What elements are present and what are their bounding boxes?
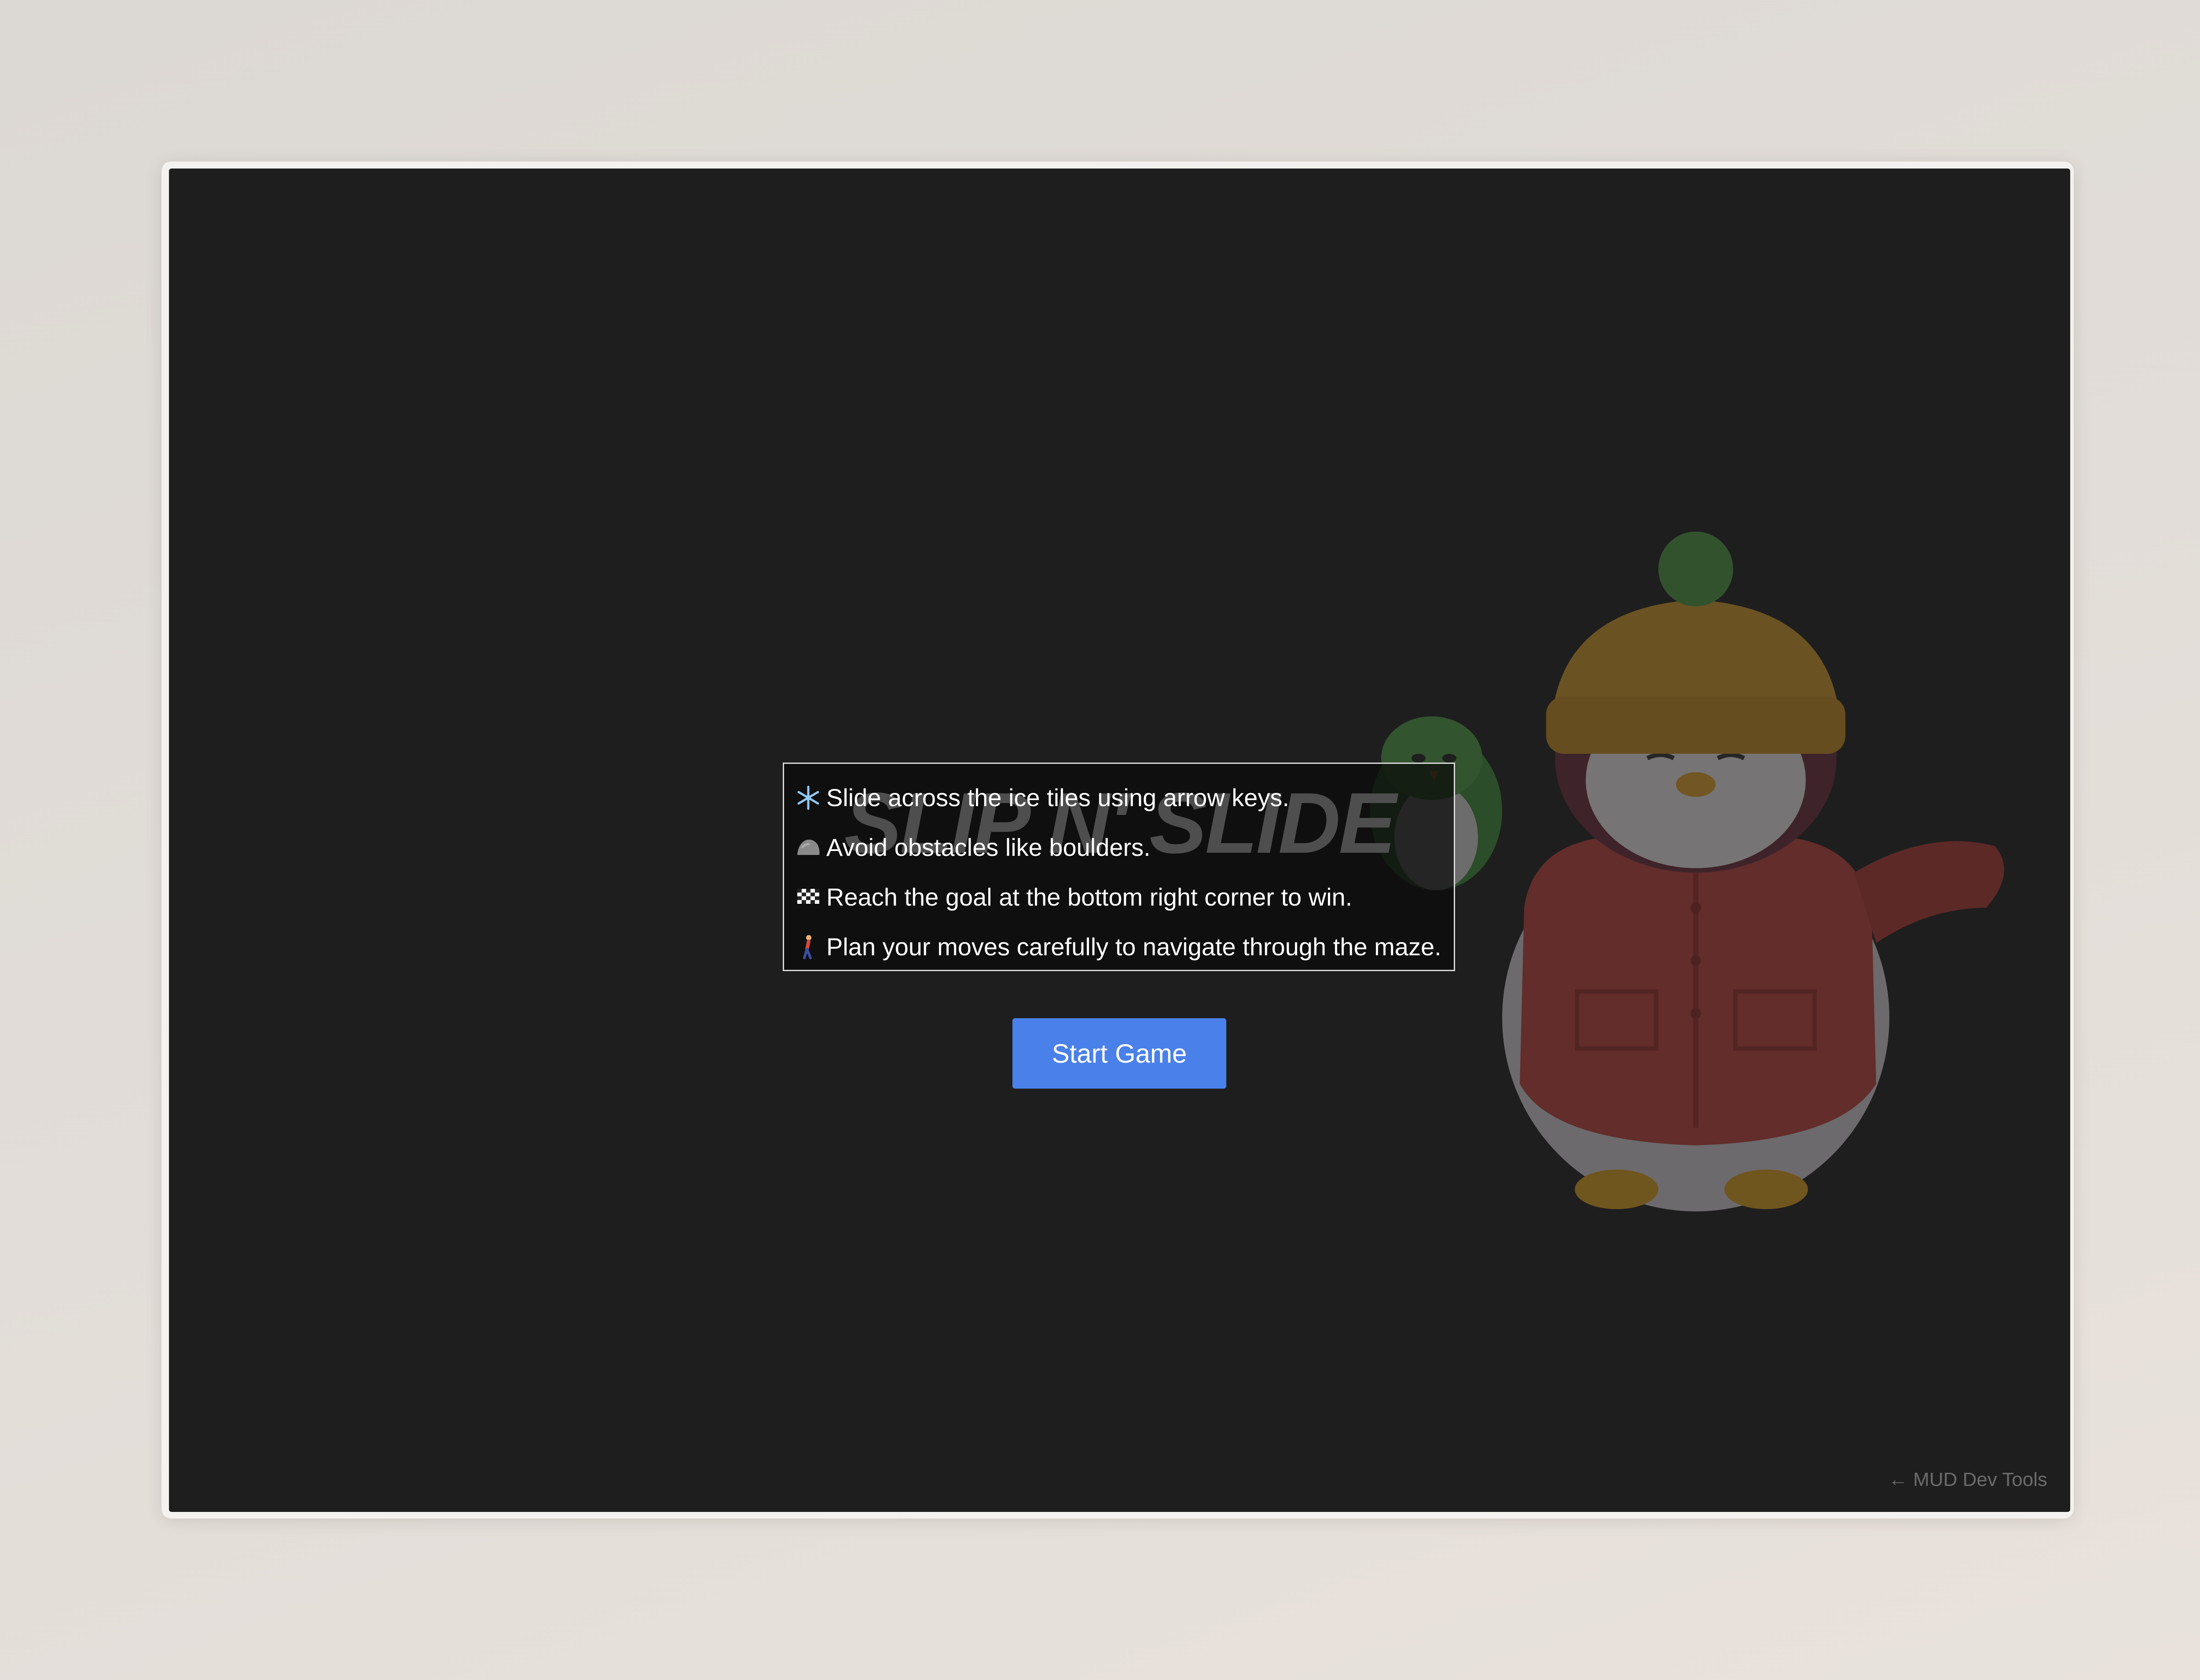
instructions-panel: Slide across the ice tiles using arrow k…	[783, 763, 1455, 971]
checkered-flag-icon	[797, 888, 819, 904]
instruction-text: Plan your moves carefully to navigate th…	[826, 933, 1441, 961]
instruction-text: Reach the goal at the bottom right corne…	[826, 883, 1353, 911]
rock-icon	[797, 839, 820, 855]
penguin-mascot-illustration	[1370, 532, 2004, 1211]
instruction-item: Plan your moves carefully to navigate th…	[784, 922, 1454, 972]
mud-dev-tools-link[interactable]: ← MUD Dev Tools	[1888, 1469, 2047, 1491]
instruction-item: Slide across the ice tiles using arrow k…	[784, 773, 1454, 822]
snowflake-icon	[797, 785, 819, 810]
instruction-text: Avoid obstacles like boulders.	[826, 833, 1151, 861]
big-penguin	[1502, 532, 2004, 1211]
instruction-item: Reach the goal at the bottom right corne…	[784, 872, 1454, 922]
person-walking-icon	[803, 935, 812, 959]
instruction-text: Slide across the ice tiles using arrow k…	[826, 784, 1289, 811]
start-game-button[interactable]: Start Game	[1012, 1018, 1226, 1089]
game-screen: SLIP N' SLIDE Slide across the ice tiles…	[169, 169, 2070, 1512]
instruction-item: Avoid obstacles like boulders.	[784, 822, 1454, 872]
